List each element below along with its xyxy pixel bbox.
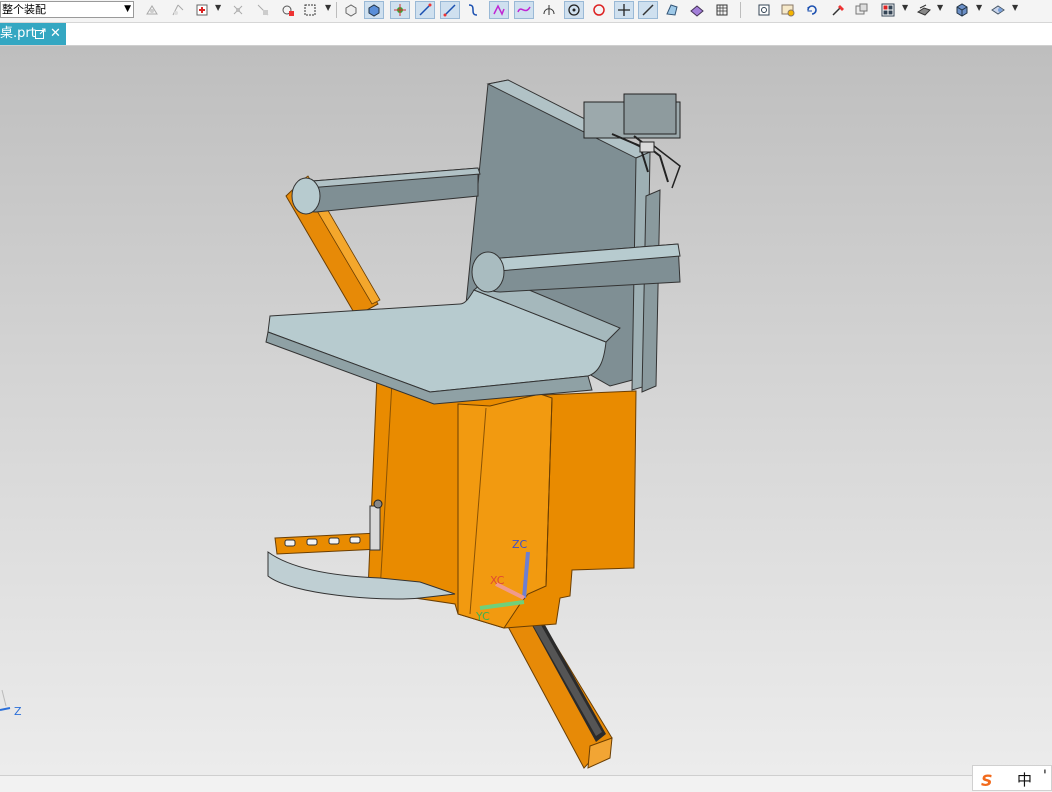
status-bar <box>0 775 1052 792</box>
face-icon[interactable] <box>662 1 682 19</box>
line-icon[interactable] <box>415 1 435 19</box>
point-constructor-icon[interactable] <box>228 1 248 19</box>
model-canvas: ZC XC YC Z <box>0 79 681 769</box>
chevron-down-icon[interactable]: ▼ <box>937 3 943 12</box>
wcs-xc-label: XC <box>490 574 505 587</box>
circle-icon[interactable] <box>589 1 609 19</box>
assembly-filter-select[interactable]: 整个装配 ▼ <box>0 1 134 18</box>
render-style-icon[interactable] <box>851 1 871 19</box>
chevron-down-icon[interactable]: ▼ <box>976 3 982 12</box>
wcs-yc-label: YC <box>475 610 490 623</box>
view-orient-icon[interactable] <box>988 1 1008 19</box>
curve-icon[interactable] <box>440 1 460 19</box>
rectangle-select-icon[interactable] <box>300 1 320 19</box>
chevron-down-icon[interactable]: ▼ <box>124 2 131 17</box>
toolbar-separator <box>336 2 337 18</box>
spline-icon[interactable] <box>463 1 483 19</box>
solid-body-icon[interactable] <box>364 1 384 19</box>
chevron-down-icon[interactable]: ▼ <box>902 3 908 12</box>
abs-z-label: Z <box>14 705 22 718</box>
tab-label: 桌.prt <box>0 26 36 41</box>
ime-language[interactable]: 中 <box>1017 769 1032 790</box>
graphics-viewport[interactable]: ZC XC YC Z <box>0 46 1052 775</box>
rotate-icon[interactable] <box>802 1 822 19</box>
feature-icon[interactable] <box>390 1 410 19</box>
toolbar-separator <box>740 2 741 18</box>
section-icon[interactable] <box>914 1 934 19</box>
layout-icon[interactable] <box>878 1 898 19</box>
left-armrest <box>291 167 481 215</box>
ime-indicator[interactable]: S 中 ' <box>972 765 1052 791</box>
chevron-down-icon[interactable]: ▼ <box>325 3 331 12</box>
circle-center-icon[interactable] <box>564 1 584 19</box>
shaded-icon[interactable] <box>952 1 972 19</box>
zoom-area-icon[interactable] <box>778 1 798 19</box>
sogou-logo-icon: S <box>981 771 993 790</box>
tab-part-file[interactable]: 桌.prt ✕ <box>0 23 66 45</box>
arc-icon[interactable] <box>514 1 534 19</box>
grid-icon[interactable] <box>712 1 732 19</box>
sheet-icon[interactable] <box>687 1 707 19</box>
curve-feature-icon[interactable] <box>489 1 509 19</box>
snap-settings-icon[interactable] <box>253 1 273 19</box>
cross-icon[interactable] <box>614 1 634 19</box>
chevron-down-icon[interactable]: ▼ <box>215 3 221 12</box>
pan-icon[interactable] <box>828 1 848 19</box>
assembly-filter-value: 整个装配 <box>2 3 46 16</box>
view-box-icon[interactable] <box>341 1 361 19</box>
arc-tangent-icon[interactable] <box>539 1 559 19</box>
close-icon[interactable]: ✕ <box>50 23 61 45</box>
wcs-zc-label: ZC <box>512 538 528 551</box>
edge-icon[interactable] <box>638 1 658 19</box>
wcs-dynamic-icon[interactable] <box>168 1 188 19</box>
chevron-down-icon[interactable]: ▼ <box>1012 3 1018 12</box>
wcs-origin-icon[interactable] <box>142 1 162 19</box>
ime-punctuation[interactable]: ' <box>1043 768 1047 784</box>
main-toolbar: 整个装配 ▼ ▼ ▼ ▼ ▼ ▼ ▼ <box>0 0 1052 23</box>
undock-icon[interactable] <box>35 28 46 39</box>
absolute-axis-indicator: Z <box>0 689 22 718</box>
snap-point-icon[interactable] <box>192 1 212 19</box>
document-tabbar: 桌.prt ✕ <box>0 23 1052 46</box>
select-body-icon[interactable] <box>278 1 298 19</box>
lower-rail <box>504 615 613 769</box>
fit-view-icon[interactable] <box>754 1 774 19</box>
